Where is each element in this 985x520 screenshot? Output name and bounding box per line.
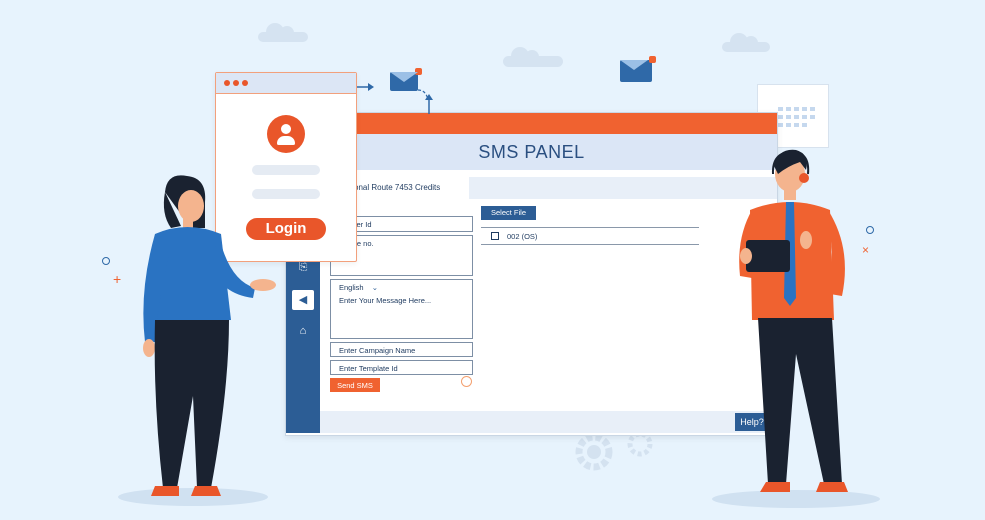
- language-select[interactable]: English: [339, 283, 364, 292]
- send-sms-button[interactable]: Send SMS: [330, 378, 380, 392]
- user-avatar-icon: [267, 115, 305, 153]
- message-field[interactable]: English ⌄ Enter Your Message Here...: [330, 279, 473, 339]
- ring-decoration: [102, 257, 110, 265]
- file-item-label: 002 (OS): [507, 232, 538, 241]
- schedule-clock-icon[interactable]: [461, 376, 472, 387]
- nav-network-icon[interactable]: ⌂: [292, 321, 314, 341]
- cloud-decoration: [722, 33, 770, 52]
- file-list-item[interactable]: 002 (OS): [491, 232, 537, 241]
- file-checkbox[interactable]: [491, 232, 499, 240]
- file-list-divider: [481, 227, 699, 228]
- campaign-name-field[interactable]: Enter Campaign Name: [330, 342, 473, 357]
- cloud-decoration: [503, 47, 563, 67]
- window-dot: [242, 80, 248, 86]
- mail-icon: [390, 68, 422, 91]
- chevron-down-icon: ⌄: [371, 283, 378, 292]
- ring-decoration: [866, 226, 874, 234]
- message-placeholder: Enter Your Message Here...: [339, 296, 432, 305]
- nav-megaphone-icon[interactable]: ◀: [292, 290, 314, 310]
- cloud-decoration: [258, 23, 308, 42]
- window-dot: [233, 80, 239, 86]
- mail-icon: [620, 56, 656, 82]
- man-illustration: [739, 149, 848, 492]
- woman-illustration: [143, 175, 276, 496]
- panel-title: SMS PANEL: [286, 134, 777, 170]
- side-navigation: ⎘ ◀ ⌂: [286, 233, 320, 433]
- window-dot: [224, 80, 230, 86]
- panel-footer: [320, 411, 777, 433]
- file-list-divider: [481, 244, 699, 245]
- cross-decoration: ×: [862, 243, 870, 257]
- plus-decoration: +: [113, 271, 122, 287]
- select-file-button[interactable]: Select File: [481, 206, 536, 220]
- template-id-field[interactable]: Enter Template Id: [330, 360, 473, 375]
- sms-panel-window: SMS PANEL ctional Route 7453 Credits ⎘ ◀…: [285, 112, 778, 436]
